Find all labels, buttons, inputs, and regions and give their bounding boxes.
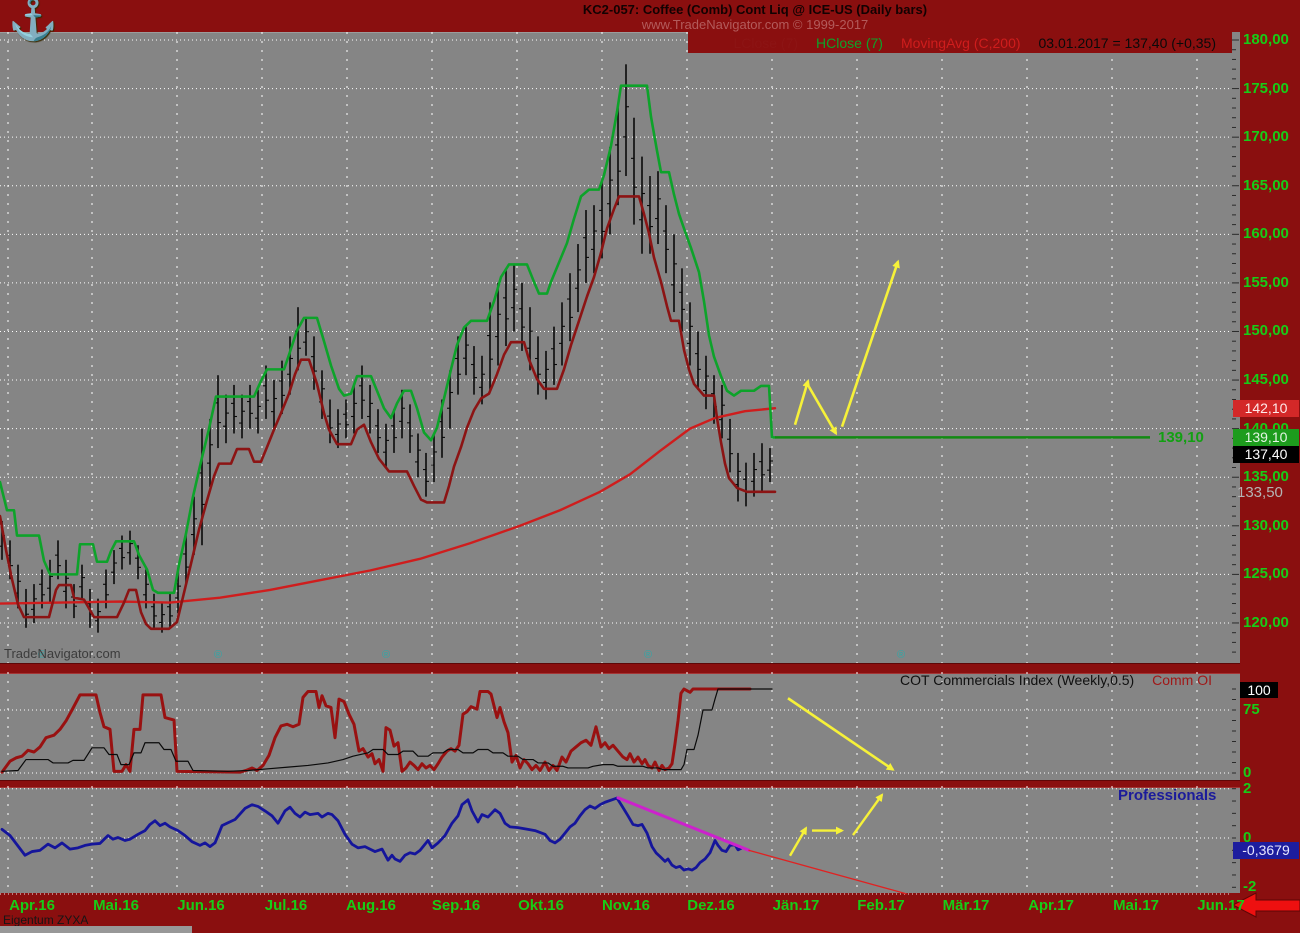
date-tick-label: Aug.16 (339, 897, 403, 914)
title-bar: KC2-057: Coffee (Comb) Cont Liq @ ICE-US… (0, 0, 1300, 32)
date-tick-label: Dez.16 (679, 897, 743, 914)
cot-tick-label: 0 (1243, 764, 1251, 781)
professionals-label[interactable]: Professionals (1118, 787, 1216, 804)
price-tick-label: 135,00 (1243, 468, 1289, 485)
watermark-text: TradeNavigator.com (4, 646, 121, 661)
chart-subtitle: www.TradeNavigator.com © 1999-2017 (210, 17, 1300, 32)
date-tick-label: Jun.17 (1189, 897, 1253, 914)
date-tick-label: Jän.17 (764, 897, 828, 914)
prof-tick-label: 2 (1243, 780, 1251, 797)
registered-mark: ® (897, 649, 905, 661)
date-tick-label: Mai.16 (84, 897, 148, 914)
price-tick-label: 180,00 (1243, 31, 1289, 48)
price-label-lclose: 133,50 (1237, 484, 1283, 501)
legend-quote: 03.01.2017 = 137,40 (+0,35) (1039, 35, 1232, 51)
indicator-legend: LClose (7) HClose (7) MovingAvg (C,200) … (688, 32, 1232, 53)
price-tick-label: 130,00 (1243, 517, 1289, 534)
cot-tick-label: 75 (1243, 701, 1260, 718)
price-tick-label: 120,00 (1243, 614, 1289, 631)
chart-canvas[interactable] (0, 0, 1300, 933)
date-tick-label: Nov.16 (594, 897, 658, 914)
date-tick-label: Okt.16 (509, 897, 573, 914)
trade-navigator-window: KC2-057: Coffee (Comb) Cont Liq @ ICE-US… (0, 0, 1300, 933)
price-tick-label: 165,00 (1243, 177, 1289, 194)
professionals-value-box: -0,3679 (1233, 842, 1299, 859)
cot-panel-legend: COT Commercials Index (Weekly,0.5) Comm … (900, 672, 1212, 688)
legend-movingavg[interactable]: MovingAvg (C,200) (901, 35, 1023, 51)
chart-title: KC2-057: Coffee (Comb) Cont Liq @ ICE-US… (210, 2, 1300, 17)
ownership-note: Eigentum ZYXA (3, 913, 88, 927)
price-tick-label: 170,00 (1243, 128, 1289, 145)
price-box-hclose: 139,10 (1233, 429, 1299, 446)
cot-value-box: 100 (1240, 682, 1278, 698)
price-box-last: 137,40 (1233, 446, 1299, 463)
date-tick-label: Mai.17 (1104, 897, 1168, 914)
date-tick-label: Apr.17 (1019, 897, 1083, 914)
prof-tick-label: -2 (1243, 878, 1256, 895)
cot-commercials-label[interactable]: COT Commercials Index (Weekly,0.5) (900, 672, 1134, 688)
horizontal-line-price-label[interactable]: 139,10 (1158, 429, 1204, 446)
date-tick-label: Feb.17 (849, 897, 913, 914)
bottom-gray-strip (0, 926, 192, 933)
price-tick-label: 125,00 (1243, 565, 1289, 582)
price-tick-label: 145,00 (1243, 371, 1289, 388)
price-tick-label: 150,00 (1243, 322, 1289, 339)
date-tick-label: Sep.16 (424, 897, 488, 914)
anchor-icon: ⚓ (8, 0, 58, 43)
price-tick-label: 175,00 (1243, 80, 1289, 97)
registered-mark: ® (382, 649, 390, 661)
registered-mark: ® (214, 649, 222, 661)
registered-mark: ® (644, 649, 652, 661)
legend-lclose[interactable]: LClose (7) (733, 35, 800, 51)
price-tick-label: 155,00 (1243, 274, 1289, 291)
date-tick-label: Jul.16 (254, 897, 318, 914)
price-tick-label: 160,00 (1243, 225, 1289, 242)
price-box-moving-avg: 142,10 (1233, 400, 1299, 417)
date-tick-label: Mär.17 (934, 897, 998, 914)
comm-oi-label[interactable]: Comm OI (1152, 672, 1212, 688)
date-tick-label: Jun.16 (169, 897, 233, 914)
legend-hclose[interactable]: HClose (7) (816, 35, 885, 51)
date-tick-label: Apr.16 (0, 897, 64, 914)
